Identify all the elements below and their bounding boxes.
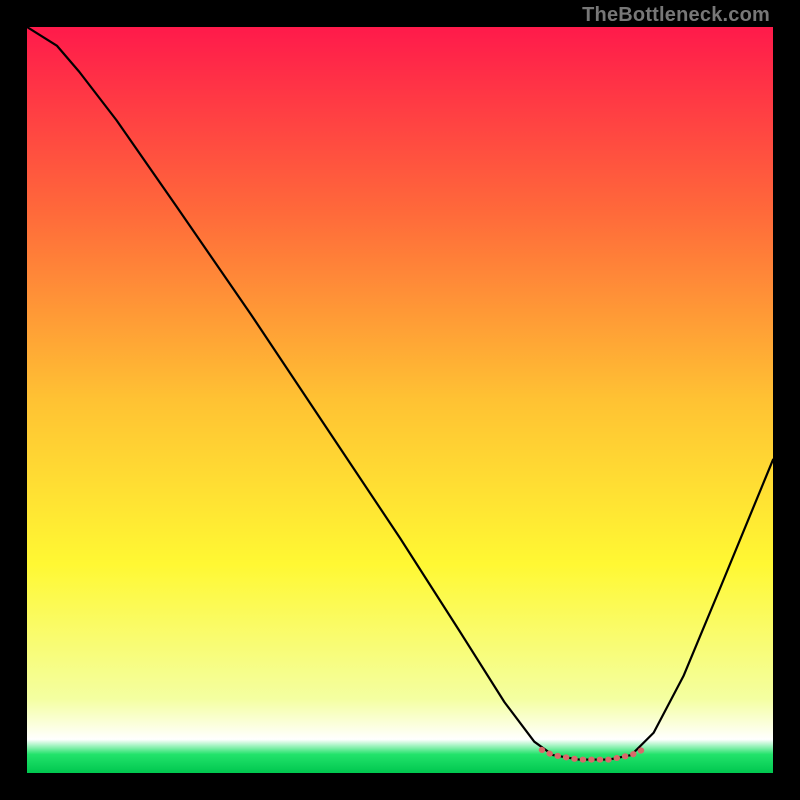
chart-lines bbox=[27, 27, 773, 773]
optimal-range-marker bbox=[542, 750, 643, 760]
chart-frame: TheBottleneck.com bbox=[0, 0, 800, 800]
bottleneck-curve bbox=[27, 27, 773, 760]
plot-area bbox=[27, 27, 773, 773]
watermark-text: TheBottleneck.com bbox=[582, 4, 770, 27]
